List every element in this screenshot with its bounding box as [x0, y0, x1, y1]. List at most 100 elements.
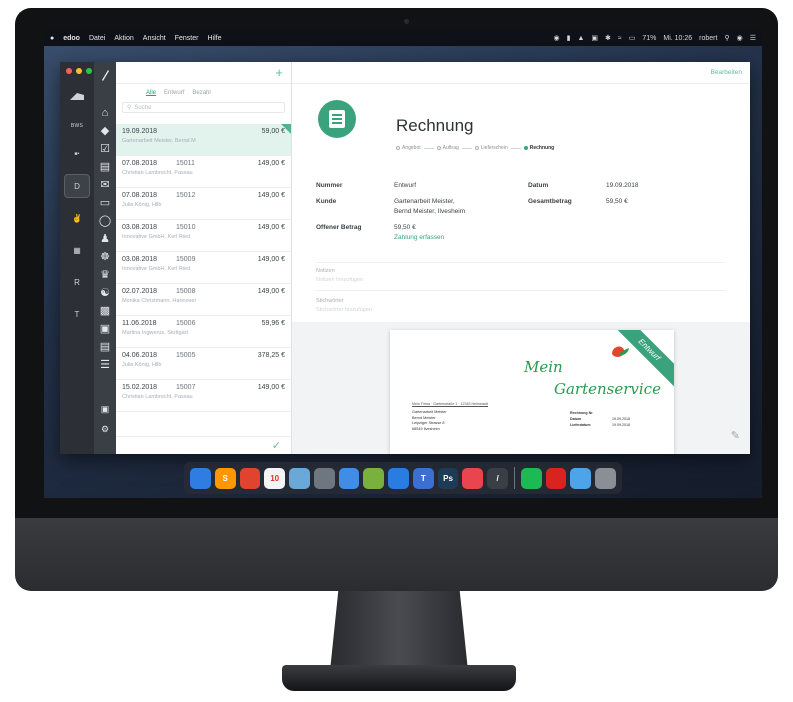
- list-item[interactable]: 15.02.2018 15007 149,00 € Christian Lambre…: [116, 380, 291, 412]
- step-angebot[interactable]: Angebot: [396, 145, 421, 151]
- sublime-icon[interactable]: S: [214, 467, 236, 489]
- wifi-icon[interactable]: ≈: [618, 35, 622, 42]
- status-icon-4[interactable]: ▣: [591, 34, 598, 42]
- menu-user[interactable]: robert: [699, 35, 717, 42]
- list-item[interactable]: 11.06.2018 15006 59,96 € Martina Ingwerus,…: [116, 316, 291, 348]
- item-customer: Julia König, Hilb: [122, 362, 162, 368]
- menu-clock[interactable]: Mi. 10:26: [663, 35, 692, 42]
- mail-icon[interactable]: ✉: [98, 178, 112, 192]
- status-icon-2[interactable]: ▮: [567, 34, 571, 42]
- search-input[interactable]: ⚲ Suche: [122, 102, 285, 113]
- notes-input[interactable]: Notizen hinzufügen: [316, 277, 363, 283]
- pocket-icon[interactable]: [462, 467, 484, 489]
- notes-label: Notizen: [316, 268, 335, 274]
- draft-flag-icon: [281, 124, 291, 134]
- desktop-screen: ● edoo Datei Aktion Ansicht Fenster Hilf…: [44, 30, 762, 498]
- status-icon-3[interactable]: ▲: [577, 35, 584, 42]
- card-icon[interactable]: ▭: [98, 196, 112, 210]
- folder-icon[interactable]: [570, 467, 592, 489]
- siri-icon[interactable]: ◉: [737, 34, 743, 42]
- status-icon-1[interactable]: ◉: [553, 34, 559, 42]
- invoice-preview[interactable]: Entwurf Mein Gartenservice Mein Firma · …: [390, 330, 674, 454]
- list-icon[interactable]: ☰: [98, 358, 112, 372]
- invoice-list-panel: + Alle Entwurf Bezahl ⚲ Suche 19.09.2018…: [116, 62, 292, 454]
- list-item[interactable]: 07.08.2018 15011 149,00 € Christian Lambre…: [116, 156, 291, 188]
- invoice-type-icon: [318, 100, 356, 138]
- bluetooth-icon[interactable]: ✱: [605, 34, 611, 42]
- list-item[interactable]: 03.08.2018 15009 149,00 € Innovative GmbH,…: [116, 252, 291, 284]
- person-icon[interactable]: ♟: [98, 232, 112, 246]
- step-lieferschein[interactable]: Lieferschein: [474, 145, 508, 151]
- android-icon[interactable]: [363, 467, 385, 489]
- photoshop-icon[interactable]: Ps: [437, 467, 459, 489]
- menu-aktion[interactable]: Aktion: [114, 35, 133, 42]
- lock-icon[interactable]: ▣: [98, 402, 112, 416]
- filter-draft[interactable]: Entwurf: [164, 90, 184, 100]
- workspace-d[interactable]: D: [64, 174, 90, 198]
- home-icon[interactable]: ⌂: [98, 106, 112, 120]
- workspace-3[interactable]: ■•: [64, 142, 90, 166]
- item-amount: 59,96 €: [261, 320, 285, 327]
- table-icon[interactable]: ▤: [98, 340, 112, 354]
- ring-icon[interactable]: ◯: [98, 214, 112, 228]
- workspace-bws[interactable]: BWS: [64, 114, 90, 138]
- trash-icon[interactable]: [595, 467, 616, 489]
- battery-icon[interactable]: ▭: [629, 34, 636, 42]
- edoo-icon[interactable]: /: [487, 467, 508, 489]
- screenshot-icon[interactable]: [313, 467, 335, 489]
- step-rechnung[interactable]: Rechnung: [523, 145, 554, 151]
- minimize-button[interactable]: [76, 68, 82, 74]
- zoom-button[interactable]: [86, 68, 92, 74]
- search-icon[interactable]: ⚲: [724, 34, 729, 42]
- safari-icon[interactable]: [338, 467, 360, 489]
- app-menu[interactable]: edoo: [63, 35, 80, 42]
- item-date: 11.06.2018: [122, 320, 157, 327]
- hand-icon[interactable]: ♛: [98, 268, 112, 282]
- list-item[interactable]: 03.08.2018 15010 149,00 € Innovative GmbH,…: [116, 220, 291, 252]
- workspace-r[interactable]: R: [64, 270, 90, 294]
- checkmark-icon[interactable]: ✓: [272, 439, 281, 452]
- finder-icon[interactable]: [190, 467, 211, 489]
- notification-icon[interactable]: ☰: [750, 34, 756, 42]
- step-auftrag[interactable]: Auftrag: [436, 145, 459, 151]
- signature-icon[interactable]: ✎: [731, 429, 740, 442]
- list-footer: ✓: [116, 436, 291, 454]
- lamp-icon[interactable]: T: [412, 467, 434, 489]
- workspace-grid-icon[interactable]: ▦: [64, 238, 90, 262]
- tag-icon[interactable]: ◆: [98, 124, 112, 138]
- menu-ansicht[interactable]: Ansicht: [143, 35, 166, 42]
- add-button[interactable]: +: [275, 66, 283, 79]
- group-icon[interactable]: ☸: [98, 250, 112, 264]
- item-amount: 149,00 €: [257, 256, 285, 263]
- acrobat-icon[interactable]: [545, 467, 567, 489]
- edit-button[interactable]: Bearbeiten: [711, 69, 742, 76]
- spotify-icon[interactable]: [520, 467, 542, 489]
- menu-fenster[interactable]: Fenster: [175, 35, 199, 42]
- list-item[interactable]: 02.07.2018 15008 149,00 € Monika Christman…: [116, 284, 291, 316]
- item-amount: 149,00 €: [257, 288, 285, 295]
- apple-menu-icon[interactable]: ●: [50, 35, 54, 42]
- workspace-t[interactable]: T: [64, 302, 90, 326]
- record-payment-link[interactable]: Zahlung erfassen: [394, 234, 444, 241]
- list-item[interactable]: 19.09.2018 59,00 € Gartenarbeit Meister, …: [116, 124, 291, 156]
- document-icon[interactable]: ▤: [98, 160, 112, 174]
- filter-all[interactable]: Alle: [146, 90, 156, 100]
- close-button[interactable]: [66, 68, 72, 74]
- chrome-icon[interactable]: [239, 467, 261, 489]
- calendar-icon[interactable]: 10: [264, 467, 286, 489]
- list-item[interactable]: 04.06.2018 15005 378,25 € Julia König, Hil…: [116, 348, 291, 380]
- gear-icon[interactable]: ⚙: [98, 422, 112, 436]
- workspace-hand-icon[interactable]: ✌: [64, 206, 90, 230]
- book-icon[interactable]: ▩: [98, 304, 112, 318]
- menu-hilfe[interactable]: Hilfe: [207, 35, 221, 42]
- workspace-logo-icon[interactable]: [64, 84, 90, 108]
- preview-icon[interactable]: [289, 467, 310, 489]
- keywords-input[interactable]: Stichwörter hinzufügen: [316, 307, 372, 313]
- check-icon[interactable]: ☑: [98, 142, 112, 156]
- menu-datei[interactable]: Datei: [89, 35, 105, 42]
- list-item[interactable]: 07.08.2018 15012 149,00 € Julia König, Hil…: [116, 188, 291, 220]
- filter-paid[interactable]: Bezahl: [192, 90, 210, 100]
- chat-icon[interactable]: ▣: [98, 322, 112, 336]
- bank-icon[interactable]: ☯: [98, 286, 112, 300]
- keynote-icon[interactable]: [388, 467, 409, 489]
